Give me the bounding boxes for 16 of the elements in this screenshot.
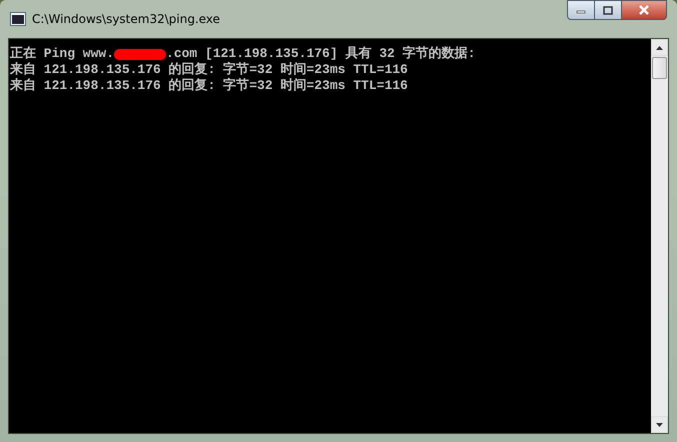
close-icon [638, 5, 650, 15]
minimize-button[interactable] [567, 0, 594, 20]
console-text: 正在 Ping www. [10, 46, 114, 62]
console-app-icon [10, 12, 26, 26]
console-text: 来自 121.198.135.176 的回复: 字节=32 时间=23ms TTL=116 [10, 62, 408, 78]
console-text: 来自 121.198.135.176 的回复: 字节=32 时间=23ms TTL=116 [10, 78, 408, 94]
maximize-icon [603, 6, 613, 14]
console-text: .com [121.198.135.176] 具有 32 字节的数据: [166, 46, 476, 62]
close-button[interactable] [621, 0, 667, 20]
scrollbar-thumb[interactable] [652, 57, 667, 79]
scrollbar[interactable] [651, 39, 668, 433]
redaction-mark [114, 48, 166, 60]
window-title: C:\Windows\system32\ping.exe [32, 12, 222, 26]
scroll-down-icon[interactable] [656, 422, 663, 426]
scroll-up-icon[interactable] [656, 46, 663, 50]
maximize-button[interactable] [594, 0, 621, 20]
